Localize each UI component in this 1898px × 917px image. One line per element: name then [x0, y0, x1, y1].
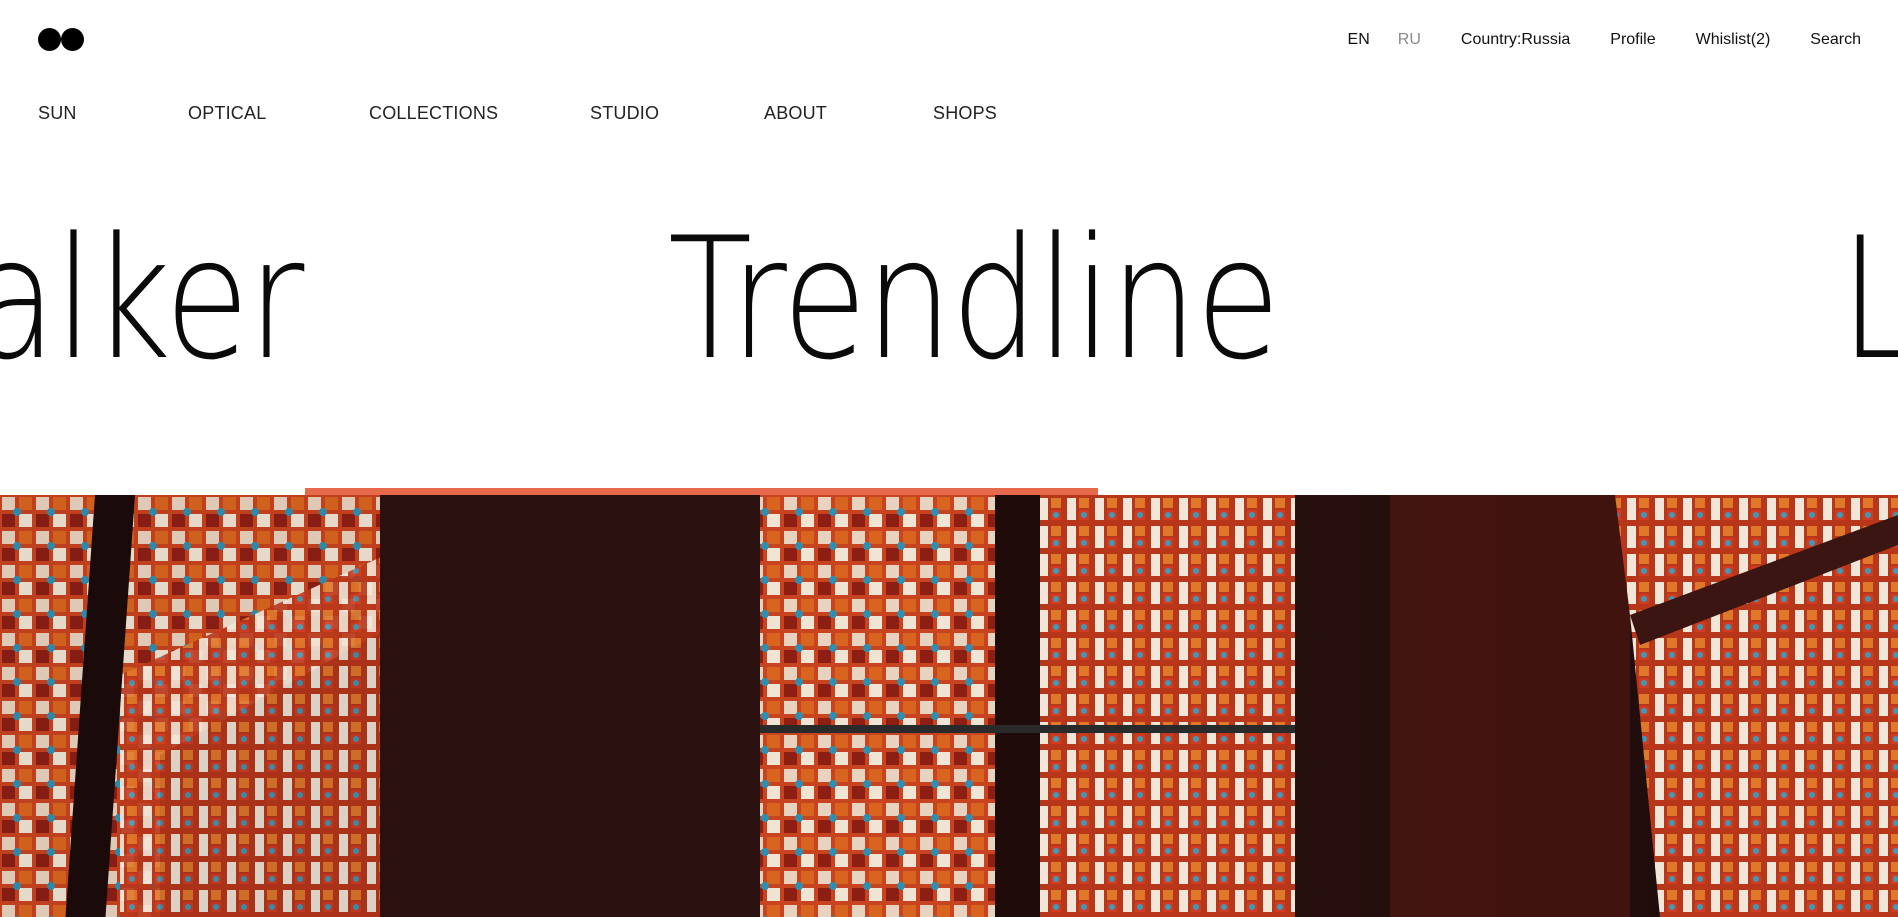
lang-en-link[interactable]: EN: [1348, 31, 1370, 49]
nav-about[interactable]: ABOUT: [764, 103, 827, 124]
hero-image-stained-glass: [0, 495, 1898, 917]
lang-ru-link[interactable]: RU: [1398, 31, 1421, 49]
nav-studio[interactable]: STUDIO: [590, 103, 659, 124]
carousel-current-title[interactable]: Trendline: [668, 215, 1281, 383]
nav-optical[interactable]: OPTICAL: [188, 103, 266, 124]
nav-collections[interactable]: COLLECTIONS: [369, 103, 498, 124]
carousel-next-title[interactable]: L: [1840, 215, 1898, 383]
wishlist-link[interactable]: Whislist(2): [1696, 31, 1771, 49]
brand-logo[interactable]: [38, 28, 86, 52]
profile-link[interactable]: Profile: [1610, 31, 1655, 49]
search-link[interactable]: Search: [1810, 31, 1861, 49]
nav-shops[interactable]: SHOPS: [933, 103, 997, 124]
carousel-prev-title[interactable]: alker: [0, 215, 304, 383]
collection-title-carousel[interactable]: alker Trendline L: [0, 200, 1898, 410]
logo-dot-left-icon: [38, 28, 61, 51]
carousel-progress-bar: [305, 488, 1098, 495]
country-selector[interactable]: Country:Russia: [1461, 31, 1570, 49]
utility-nav: EN RU Country:Russia Profile Whislist(2)…: [1348, 29, 1898, 51]
logo-dot-right-icon: [61, 28, 84, 51]
nav-sun[interactable]: SUN: [38, 103, 77, 124]
